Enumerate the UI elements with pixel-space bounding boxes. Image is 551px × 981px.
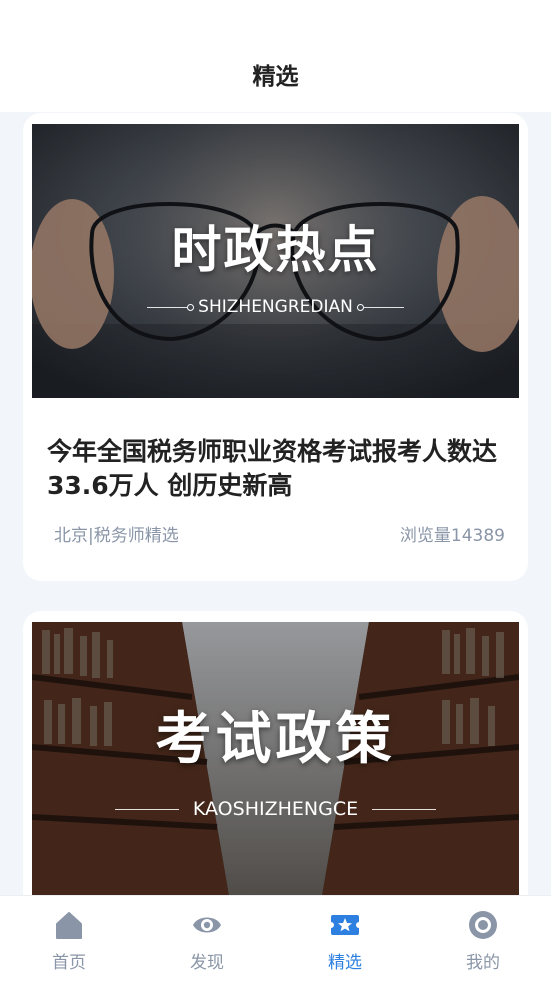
article-banner-image: 时政热点 SHIZHENGREDIAN (32, 124, 519, 398)
tab-label: 首页 (52, 953, 86, 973)
top-header: 精选 (0, 0, 551, 112)
article-title[interactable]: 今年全国税务师职业资格考试报考人数达33.6万人 创历史新高 (47, 435, 507, 503)
banner-subtitle-text: SHIZHENGREDIAN (198, 297, 353, 317)
article-banner-image: 考试政策 KAOSHIZHENGCE (32, 622, 519, 896)
eye-icon (193, 917, 221, 933)
tab-profile[interactable]: 我的 (414, 896, 551, 981)
tab-label: 发现 (190, 953, 224, 973)
tab-home[interactable]: 首页 (0, 896, 138, 981)
banner-subtitle: KAOSHIZHENGCE (32, 798, 519, 820)
banner-subtitle-text: KAOSHIZHENGCE (192, 798, 359, 820)
article-card[interactable]: 考试政策 KAOSHIZHENGCE (23, 611, 528, 911)
page-title: 精选 (252, 64, 299, 90)
home-icon (56, 912, 82, 939)
bottom-tab-bar: 首页 发现 精选 我的 (0, 895, 551, 981)
divider-line (114, 808, 179, 810)
divider-line (372, 808, 437, 810)
banner-title: 时政热点 (171, 221, 380, 279)
divider-line (147, 306, 188, 308)
profile-ring-icon (469, 911, 497, 939)
divider-line (363, 306, 404, 308)
banner-title: 考试政策 (155, 707, 396, 772)
article-card[interactable]: 时政热点 SHIZHENGREDIAN 今年全国税务师职业资格考试报考人数达33… (23, 113, 528, 581)
view-count: 浏览量14389 (399, 526, 505, 546)
tab-label: 我的 (466, 953, 500, 973)
tab-label: 精选 (328, 953, 362, 973)
star-ticket-icon (330, 915, 360, 935)
banner-subtitle: SHIZHENGREDIAN (32, 297, 519, 317)
divider-dot (187, 303, 195, 311)
tab-discover[interactable]: 发现 (138, 896, 276, 981)
divider-dot (356, 303, 364, 311)
tab-featured[interactable]: 精选 (276, 896, 414, 981)
article-source: 北京|税务师精选 (54, 526, 179, 546)
